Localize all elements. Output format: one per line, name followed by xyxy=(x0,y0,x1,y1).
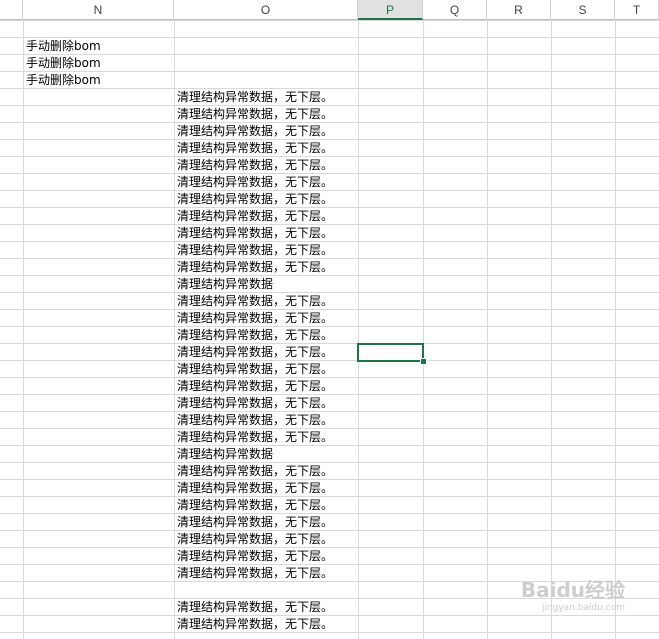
cell-o[interactable]: 清理结构异常数据 xyxy=(177,276,273,293)
gridline xyxy=(551,20,552,639)
column-header-n[interactable]: N xyxy=(23,0,174,20)
cell-o[interactable]: 清理结构异常数据，无下层。 xyxy=(177,514,333,531)
cell-o[interactable]: 清理结构异常数据，无下层。 xyxy=(177,327,333,344)
watermark-logo: Baidu经验 jingyan.baidu.com xyxy=(521,574,625,613)
gridline xyxy=(487,20,488,639)
cell-o[interactable]: 清理结构异常数据，无下层。 xyxy=(177,412,333,429)
cell-o[interactable]: 清理结构异常数据，无下层。 xyxy=(177,361,333,378)
spreadsheet: N O P Q R S T 手动删除bom 手动删除bom 手动删除bom 清理… xyxy=(0,0,659,639)
cell-o[interactable]: 清理结构异常数据，无下层。 xyxy=(177,599,333,616)
watermark-text: Baidu经验 xyxy=(520,578,625,602)
corner-header[interactable] xyxy=(0,0,23,20)
cell-o[interactable]: 清理结构异常数据，无下层。 xyxy=(177,140,333,157)
cell-o[interactable]: 清理结构异常数据，无下层。 xyxy=(177,548,333,565)
cell-o[interactable]: 清理结构异常数据，无下层。 xyxy=(177,191,333,208)
column-header-t[interactable]: T xyxy=(615,0,659,20)
cell-o[interactable]: 清理结构异常数据，无下层。 xyxy=(177,480,333,497)
cell-o[interactable]: 清理结构异常数据，无下层。 xyxy=(177,293,333,310)
cell-o[interactable]: 清理结构异常数据，无下层。 xyxy=(177,463,333,480)
gridline xyxy=(615,20,616,639)
cell-o[interactable]: 清理结构异常数据，无下层。 xyxy=(177,208,333,225)
column-header-p[interactable]: P xyxy=(358,0,423,20)
gridline xyxy=(174,20,175,639)
cell-o[interactable]: 清理结构异常数据，无下层。 xyxy=(177,157,333,174)
selected-cell[interactable] xyxy=(357,343,424,362)
cell-o[interactable]: 清理结构异常数据 xyxy=(177,446,273,463)
cell-o[interactable]: 清理结构异常数据，无下层。 xyxy=(177,174,333,191)
cell-o[interactable]: 清理结构异常数据，无下层。 xyxy=(177,89,333,106)
cell-o[interactable]: 清理结构异常数据，无下层。 xyxy=(177,259,333,276)
column-header-s[interactable]: S xyxy=(551,0,615,20)
column-header-r[interactable]: R xyxy=(487,0,551,20)
fill-handle[interactable] xyxy=(420,358,427,365)
cell-o[interactable]: 清理结构异常数据，无下层。 xyxy=(177,565,333,582)
gridline xyxy=(0,20,659,21)
watermark-url: jingyan.baidu.com xyxy=(541,603,625,613)
cell-o[interactable]: 清理结构异常数据，无下层。 xyxy=(177,225,333,242)
cell-o[interactable]: 清理结构异常数据，无下层。 xyxy=(177,378,333,395)
cell-o[interactable]: 清理结构异常数据，无下层。 xyxy=(177,123,333,140)
cell-o[interactable]: 清理结构异常数据，无下层。 xyxy=(177,310,333,327)
cell-o[interactable]: 清理结构异常数据，无下层。 xyxy=(177,106,333,123)
cell-o[interactable]: 清理结构异常数据，无下层。 xyxy=(177,429,333,446)
column-header-q[interactable]: Q xyxy=(423,0,487,20)
cell-o[interactable]: 清理结构异常数据，无下层。 xyxy=(177,242,333,259)
cell-n[interactable]: 手动删除bom xyxy=(26,72,101,89)
gridline xyxy=(423,20,424,639)
cell-o[interactable]: 清理结构异常数据，无下层。 xyxy=(177,344,333,361)
column-header-o[interactable]: O xyxy=(174,0,358,20)
cell-o[interactable]: 清理结构异常数据，无下层。 xyxy=(177,395,333,412)
cell-grid[interactable]: 手动删除bom 手动删除bom 手动删除bom 清理结构异常数据，无下层。 清理… xyxy=(0,20,659,639)
cell-o[interactable]: 清理结构异常数据，无下层。 xyxy=(177,616,333,633)
cell-n[interactable]: 手动删除bom xyxy=(26,38,101,55)
gridline xyxy=(358,20,359,639)
cell-o[interactable]: 清理结构异常数据，无下层。 xyxy=(177,497,333,514)
gridline xyxy=(23,20,24,639)
cell-n[interactable]: 手动删除bom xyxy=(26,55,101,72)
cell-o[interactable]: 清理结构异常数据，无下层。 xyxy=(177,531,333,548)
